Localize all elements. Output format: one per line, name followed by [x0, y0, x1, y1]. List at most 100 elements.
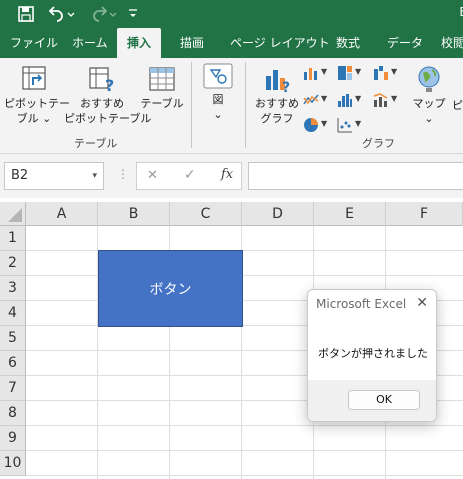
row-header-6[interactable]: 6: [0, 351, 26, 376]
title-bar: E: [0, 0, 463, 28]
pivot-table-label-2: ブル ⌄: [16, 112, 52, 125]
combo-chart-icon[interactable]: [373, 92, 389, 108]
recommended-charts-label: おすすめ: [255, 97, 299, 110]
column-header-d[interactable]: D: [242, 202, 314, 226]
name-box-value: B2: [11, 168, 29, 183]
formula-bar: B2 ▾ ⋮ ✕ ✓ fx: [0, 154, 463, 198]
undo-icon[interactable]: [44, 4, 78, 24]
tab-draw[interactable]: 描画: [180, 28, 204, 58]
tab-insert[interactable]: 挿入: [117, 28, 162, 58]
dialog-title: Microsoft Excel: [316, 297, 407, 311]
table-icon: [149, 67, 175, 91]
formula-input[interactable]: [248, 162, 463, 190]
maps-dropdown-icon: ⌄: [424, 112, 434, 125]
column-header-c[interactable]: C: [170, 202, 242, 226]
sheet-shape-button[interactable]: ボタン: [98, 250, 243, 327]
illustrations-button[interactable]: 図 ⌄: [200, 62, 236, 122]
table-button[interactable]: テーブル: [140, 62, 184, 111]
formula-bar-grip-icon: ⋮: [117, 167, 129, 181]
pivot-table-label: ピボットテー: [4, 97, 70, 110]
gridline: [26, 250, 463, 251]
gridline: [26, 275, 463, 276]
formula-buttons: ✕ ✓ fx: [136, 162, 242, 190]
pivot-table-icon: [22, 66, 46, 90]
chevron-down-icon: ▼: [355, 94, 362, 103]
globe-icon: [418, 66, 440, 92]
dialog-message: ボタンが押されました: [318, 347, 428, 360]
row-header-9[interactable]: 9: [0, 426, 26, 451]
chevron-down-icon: ▼: [355, 67, 362, 76]
chevron-down-icon: ▼: [321, 94, 328, 103]
illustrations-dropdown-icon: ⌄: [213, 108, 223, 121]
redo-icon[interactable]: [86, 4, 120, 24]
row-header-4[interactable]: 4: [0, 301, 26, 326]
recommended-pivot-button[interactable]: ? おすすめ ピボットテーブル: [64, 62, 152, 126]
recommended-pivot-label-2: ピボットテーブル: [64, 112, 152, 125]
illustrations-icon: [203, 63, 233, 89]
column-header-a[interactable]: A: [26, 202, 98, 226]
gridline: [26, 425, 463, 426]
group-label-charts: グラフ: [362, 137, 395, 150]
recommended-charts-button[interactable]: ? おすすめ グラフ: [252, 62, 302, 126]
recommended-pivot-icon: ?: [89, 67, 114, 94]
name-box-dropdown-icon[interactable]: ▾: [92, 163, 97, 189]
column-chart-icon[interactable]: [303, 65, 319, 81]
group-label-tables: テーブル: [74, 137, 118, 150]
line-chart-icon[interactable]: [303, 92, 319, 108]
row-header-5[interactable]: 5: [0, 326, 26, 351]
gridline: [26, 475, 463, 476]
waterfall-chart-icon[interactable]: [373, 65, 389, 81]
row-header-8[interactable]: 8: [0, 401, 26, 426]
customize-quick-access-icon[interactable]: [126, 4, 140, 24]
message-dialog: Microsoft Excel ✕ ボタンが押されました OK: [307, 289, 437, 422]
row-header-7[interactable]: 7: [0, 376, 26, 401]
svg-text:?: ?: [105, 76, 114, 94]
ribbon-tabs: ファイル ホーム 挿入 描画 ページ レイアウト 数式 データ 校閲: [0, 28, 463, 58]
gridline: [26, 450, 463, 451]
insert-function-icon[interactable]: fx: [221, 167, 233, 182]
enter-icon[interactable]: ✓: [184, 167, 196, 183]
illustrations-label: 図: [212, 93, 224, 106]
cancel-icon[interactable]: ✕: [147, 168, 158, 183]
name-box[interactable]: B2 ▾: [4, 162, 104, 190]
scatter-chart-icon[interactable]: [337, 117, 353, 133]
hierarchy-chart-icon[interactable]: [337, 65, 353, 81]
row-header-1[interactable]: 1: [0, 226, 26, 251]
recommended-charts-label-2: グラフ: [260, 112, 294, 125]
recommended-charts-icon: ?: [266, 70, 290, 94]
row-header-3[interactable]: 3: [0, 276, 26, 301]
tab-page-layout[interactable]: ページ レイアウト: [230, 28, 330, 58]
chevron-down-icon: ▼: [391, 67, 398, 76]
recommended-pivot-label: おすすめ: [80, 97, 124, 110]
row-header-10[interactable]: 10: [0, 451, 26, 476]
maps-label: マップ: [412, 97, 446, 110]
tab-file[interactable]: ファイル: [10, 28, 58, 58]
pie-chart-icon[interactable]: [303, 117, 319, 133]
table-label: テーブル: [140, 97, 184, 110]
tab-data[interactable]: データ: [387, 28, 423, 58]
chevron-down-icon: ▼: [391, 94, 398, 103]
tab-review[interactable]: 校閲: [441, 28, 463, 58]
select-all-corner[interactable]: [0, 202, 26, 226]
row-header-2[interactable]: 2: [0, 251, 26, 276]
tab-formulas[interactable]: 数式: [336, 28, 360, 58]
chevron-down-icon: ▼: [321, 67, 328, 76]
tab-home[interactable]: ホーム: [72, 28, 108, 58]
ribbon-divider: [245, 62, 246, 148]
save-icon[interactable]: [14, 4, 38, 24]
svg-text:?: ?: [282, 80, 290, 94]
close-icon[interactable]: ✕: [416, 295, 428, 311]
column-header-e[interactable]: E: [314, 202, 386, 226]
column-header-b[interactable]: B: [98, 202, 170, 226]
column-header-f[interactable]: F: [386, 202, 463, 226]
chevron-down-icon: ▼: [355, 119, 362, 128]
statistic-chart-icon[interactable]: [337, 92, 353, 108]
pivot-chart-button-partial[interactable]: ピ: [452, 98, 463, 113]
pivot-table-button[interactable]: ピボットテー ブル ⌄: [4, 62, 70, 126]
ribbon-divider: [191, 62, 192, 148]
ok-button[interactable]: OK: [348, 390, 420, 410]
maps-button[interactable]: マップ ⌄: [410, 62, 448, 126]
ribbon: ピボットテー ブル ⌄ ? おすすめ ピボットテーブル テーブル テーブル 図 …: [0, 58, 463, 154]
app-title: E: [459, 5, 463, 19]
chevron-down-icon: ▼: [321, 119, 328, 128]
